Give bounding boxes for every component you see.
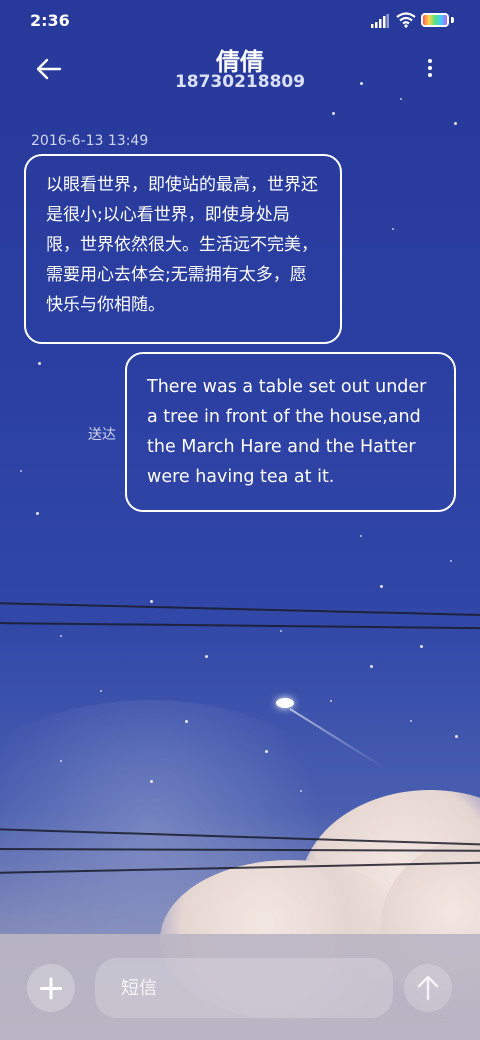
star bbox=[280, 630, 282, 632]
message-input[interactable] bbox=[119, 977, 363, 1000]
star bbox=[100, 690, 102, 692]
star bbox=[332, 112, 335, 115]
power-line bbox=[0, 602, 480, 617]
composer-bar bbox=[0, 934, 480, 1040]
message-timestamp: 2016-6-13 13:49 bbox=[31, 133, 149, 149]
star bbox=[60, 635, 62, 637]
star bbox=[420, 645, 423, 648]
signal-icon bbox=[371, 14, 389, 28]
arrow-up-icon bbox=[417, 975, 439, 1001]
incoming-message-bubble[interactable]: 以眼看世界，即使站的最高，世界还是很小;以心看世界，即使身处局限，世界依然很大。… bbox=[24, 154, 342, 344]
status-time: 2:36 bbox=[30, 11, 70, 30]
send-button[interactable] bbox=[404, 964, 452, 1012]
star bbox=[300, 790, 302, 792]
battery-icon bbox=[421, 13, 449, 27]
status-bar: 2:36 bbox=[0, 0, 480, 42]
battery-tip bbox=[451, 17, 454, 23]
star bbox=[360, 535, 362, 537]
star bbox=[410, 720, 412, 722]
message-input-wrapper[interactable] bbox=[95, 958, 393, 1018]
power-line bbox=[0, 622, 480, 630]
star bbox=[38, 362, 41, 365]
star bbox=[150, 780, 153, 783]
star bbox=[454, 122, 457, 125]
more-vertical-icon[interactable] bbox=[420, 56, 440, 82]
star bbox=[205, 655, 208, 658]
star bbox=[370, 665, 373, 668]
contact-phone-number: 18730218809 bbox=[174, 72, 306, 92]
plus-icon[interactable] bbox=[27, 964, 75, 1012]
star bbox=[60, 760, 62, 762]
star bbox=[455, 735, 458, 738]
star bbox=[150, 600, 153, 603]
comet bbox=[276, 698, 294, 708]
star bbox=[36, 512, 39, 515]
wifi-icon bbox=[396, 12, 416, 28]
star bbox=[392, 228, 394, 230]
star bbox=[20, 470, 22, 472]
conversation-header: 倩倩 18730218809 bbox=[0, 42, 480, 112]
star bbox=[330, 700, 332, 702]
outgoing-message-bubble[interactable]: There was a table set out under a tree i… bbox=[125, 352, 456, 512]
delivery-status: 送达 bbox=[88, 427, 116, 443]
star bbox=[450, 560, 452, 562]
star bbox=[265, 750, 268, 753]
star bbox=[380, 585, 383, 588]
star bbox=[185, 720, 188, 723]
